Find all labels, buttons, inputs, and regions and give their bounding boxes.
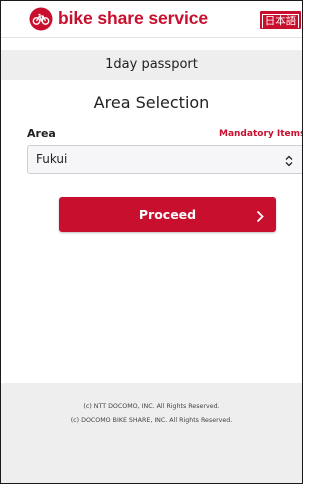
- language-toggle-label: 日本語: [261, 14, 300, 28]
- brand-name: bike share service: [58, 8, 208, 28]
- copyright-ntt-docomo: (c) NTT DOCOMO, INC. All Rights Reserved…: [83, 403, 220, 410]
- copyright-docomo-bike-share: (c) DOCOMO BIKE SHARE, INC. All Rights R…: [70, 417, 233, 424]
- plan-header: 1day passport: [1, 50, 302, 80]
- mandatory-items-label: Mandatory Items: [219, 129, 303, 139]
- page-title: Area Selection: [93, 93, 210, 112]
- area-select-value: Fukui: [36, 152, 68, 166]
- chevron-right-icon: [256, 208, 264, 223]
- app-frame: bike share service 日本語 1day passport Are…: [0, 0, 303, 484]
- language-toggle-button[interactable]: 日本語: [260, 11, 301, 29]
- select-updown-icon: [284, 153, 294, 167]
- proceed-button-label: Proceed: [138, 207, 197, 222]
- top-bar: bike share service 日本語: [1, 1, 302, 38]
- area-select[interactable]: Fukui: [27, 145, 302, 174]
- bike-logo-icon: [29, 7, 53, 31]
- area-label: Area: [27, 127, 56, 140]
- footer: (c) NTT DOCOMO, INC. All Rights Reserved…: [1, 383, 302, 483]
- proceed-button[interactable]: Proceed: [59, 197, 276, 232]
